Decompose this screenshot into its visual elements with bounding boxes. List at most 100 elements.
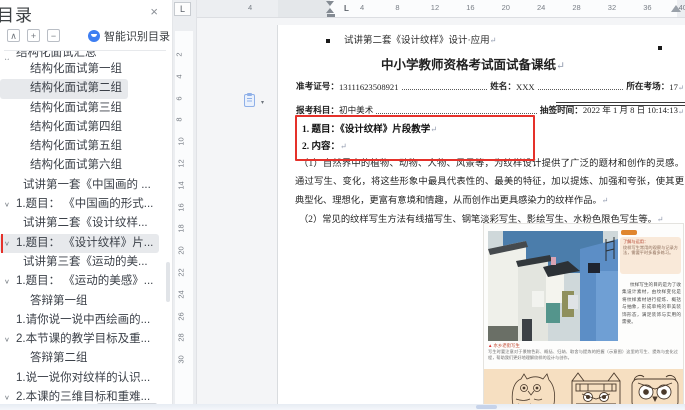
dotted-leader <box>402 89 488 90</box>
smart-toc-label: 智能识别目录 <box>104 28 170 44</box>
ruler-number: 22 <box>177 268 186 276</box>
document-title: 中小学教师资格考试面试备课纸↵ <box>298 54 648 73</box>
toc-item[interactable]: 试讲第一套《中国画的 ... <box>0 176 172 195</box>
smart-toc-button[interactable]: 智能识别目录 <box>88 29 170 43</box>
chevron-down-icon: ▾ <box>261 99 264 106</box>
toc-item[interactable]: 结构化面试第二组 <box>0 79 172 98</box>
toc-item-label: 1.题目： 《运动的美感》... <box>0 272 172 291</box>
paste-options-button[interactable]: ▾ <box>244 94 264 109</box>
document-page[interactable]: 试讲第二套《设计纹样》设计·应用↵ 中小学教师资格考试面试备课纸↵ 准考证号：1… <box>278 25 685 410</box>
toc-item[interactable]: 1.说一说你对纹样的认识... <box>0 369 172 388</box>
ruler-number: 32 <box>608 3 616 12</box>
toc-item-label: 答辩第一组 <box>0 292 172 311</box>
document-header-line: 试讲第二套《设计纹样》设计·应用↵ <box>344 32 496 46</box>
ruler-number: 10 <box>177 138 186 146</box>
ai-robot-icon <box>88 30 100 42</box>
ruler-number: 12 <box>177 159 186 167</box>
toc-item[interactable]: 结构化面试第四组 <box>0 118 172 137</box>
toc-item-label: 1.请你说一说中西绘画的... <box>0 311 172 330</box>
clipboard-icon <box>244 94 255 107</box>
expand-all-button[interactable]: + <box>27 29 40 42</box>
ruler-number: 8 <box>175 118 184 122</box>
toc-list: ∨ 结构化面试汇总 结构化面试第一组 结构化面试第二组 结构化面试第三组 结构化… <box>0 51 172 407</box>
toc-item[interactable]: ∨ 2.本节课的教学目标及重... <box>0 330 172 349</box>
toc-item[interactable]: 答辩第二组 <box>0 349 172 368</box>
ruler-number: 14 <box>177 181 186 189</box>
ruler-number: 28 <box>177 334 186 342</box>
collapse-all-button[interactable]: − <box>47 29 60 42</box>
chevron-down-icon[interactable]: ∨ <box>4 332 10 347</box>
horizontal-scrollbar-track[interactable] <box>0 404 685 410</box>
chevron-down-icon[interactable]: ∨ <box>4 197 10 212</box>
toc-item-label: 结构化面试第二组 <box>0 79 128 98</box>
form-field-square-right <box>658 46 662 50</box>
horizontal-ruler: 4 481216202428323640 L <box>197 0 685 18</box>
caption-triangle-icon: ▲ <box>488 343 492 348</box>
dotted-leader <box>376 113 537 114</box>
ruler-number: 4 <box>248 3 252 12</box>
toc-item[interactable]: ∨ 1.题目： 《运动的美感》... <box>0 272 172 291</box>
toc-item[interactable]: 1.请你说一说中西绘画的... <box>0 311 172 330</box>
toc-item[interactable]: ∨ 1.题目： 《中国画的形式... <box>0 195 172 214</box>
toc-panel-title: 目录 <box>0 1 33 26</box>
paragraph-1: （1）自然界中的植物、动物、人物、风景等，为纹样设计提供了广泛的题材和创作的灵感… <box>295 156 684 210</box>
chevron-down-icon[interactable]: ∨ <box>4 236 10 251</box>
ruler-number: 30 <box>177 356 186 364</box>
time-value: 2022 年 1 月 8 日 10:14:13 <box>583 104 678 116</box>
name-label: 姓名： <box>490 80 516 92</box>
toc-item-label: 试讲第三套《运动的美... <box>0 253 172 272</box>
toc-item[interactable]: 试讲第三套《运动的美... <box>0 253 172 272</box>
toc-item[interactable]: 结构化面试第一组 <box>0 60 172 79</box>
toc-item-label: 结构化面试第一组 <box>0 60 172 79</box>
ruler-number: 24 <box>177 290 186 298</box>
ruler-number: 36 <box>643 3 651 12</box>
ruler-number: 20 <box>177 247 186 255</box>
figure-caption: ▲ 水乡老街写生 写生时要注意对于景物色彩、概括、归纳、取舍与提炼的把握（示意图… <box>488 343 678 361</box>
document-horizontal-scrollbar-thumb[interactable] <box>476 405 497 409</box>
note-badge <box>621 230 637 235</box>
close-icon[interactable]: × <box>150 4 158 19</box>
time-label: 抽签时间： <box>540 104 583 116</box>
red-annotation-box <box>295 115 535 161</box>
document-area: 4 481216202428323640 L 试讲第二套《设计纹样》设计·应用↵… <box>197 0 685 410</box>
toc-item[interactable]: 答辩第一组 <box>0 292 172 311</box>
sidebar-vertical-scrollbar[interactable] <box>166 262 170 302</box>
village-painting <box>488 231 618 341</box>
collapse-level-button[interactable]: ∧ <box>7 29 20 42</box>
toc-toolbar: ∧ + − 智能识别目录 <box>0 27 172 47</box>
ruler-number: 28 <box>572 3 580 12</box>
form-field-square-left <box>326 39 330 43</box>
admission-value: 13111623508921 <box>339 82 399 92</box>
vertical-ruler: L 24681012141618202224262830 <box>172 0 197 410</box>
tab-stop-selector[interactable]: L <box>174 2 191 16</box>
room-label: 所在考场： <box>626 80 669 92</box>
toc-item[interactable]: 试讲第二套《设计纹样... <box>0 214 172 233</box>
ruler-number: 24 <box>537 3 545 12</box>
ruler-number: 12 <box>431 3 439 12</box>
ruler-number: 2 <box>175 52 184 56</box>
ruler-number: 16 <box>466 3 474 12</box>
form-row-1: 准考证号：13111623508921 姓名：XXX 所在考场：17 ↵ <box>296 80 684 92</box>
toc-panel-header: 目录 × <box>0 0 172 24</box>
chevron-down-icon[interactable]: ∨ <box>4 274 10 289</box>
toc-item[interactable]: ∨ 结构化面试汇总 <box>0 51 172 60</box>
toc-item[interactable]: 结构化面试第五组 <box>0 137 172 156</box>
ruler-number: 18 <box>177 225 186 233</box>
ruler-number: 20 <box>502 3 510 12</box>
figure-side-paragraph: 纹样写生的目的是为了收集设计素材，由纹样变化是将纹样素材进行提炼、概括与抽象，形… <box>622 281 681 325</box>
toc-item-label: 1.题目： 《设计纹样》片... <box>0 234 159 253</box>
toc-item-label: 结构化面试第四组 <box>0 118 172 137</box>
toc-item-label: 试讲第二套《设计纹样... <box>0 214 172 233</box>
right-indent-marker[interactable] <box>671 5 681 12</box>
toc-item[interactable]: 结构化面试第三组 <box>0 99 172 118</box>
toc-item-label: 结构化面试第五组 <box>0 137 172 156</box>
textbook-image[interactable]: 了解与运用： 纹样写生常用的观察与记录方法，需要平时多看多练习。 纹样写生的目的… <box>483 223 684 410</box>
tab-stop-marker[interactable]: L <box>344 4 349 13</box>
toc-panel: 目录 × ∧ + − 智能识别目录 ∨ 结构化面试汇总 结构化面试第一组 结构化… <box>0 0 173 410</box>
ruler-number: 8 <box>395 3 399 12</box>
indent-marker[interactable] <box>326 1 335 16</box>
ruler-number: 4 <box>360 3 364 12</box>
toc-item[interactable]: 结构化面试第六组 <box>0 156 172 175</box>
room-value: 17 <box>669 82 678 92</box>
toc-item[interactable]: ∨ 1.题目： 《设计纹样》片... <box>0 234 172 253</box>
